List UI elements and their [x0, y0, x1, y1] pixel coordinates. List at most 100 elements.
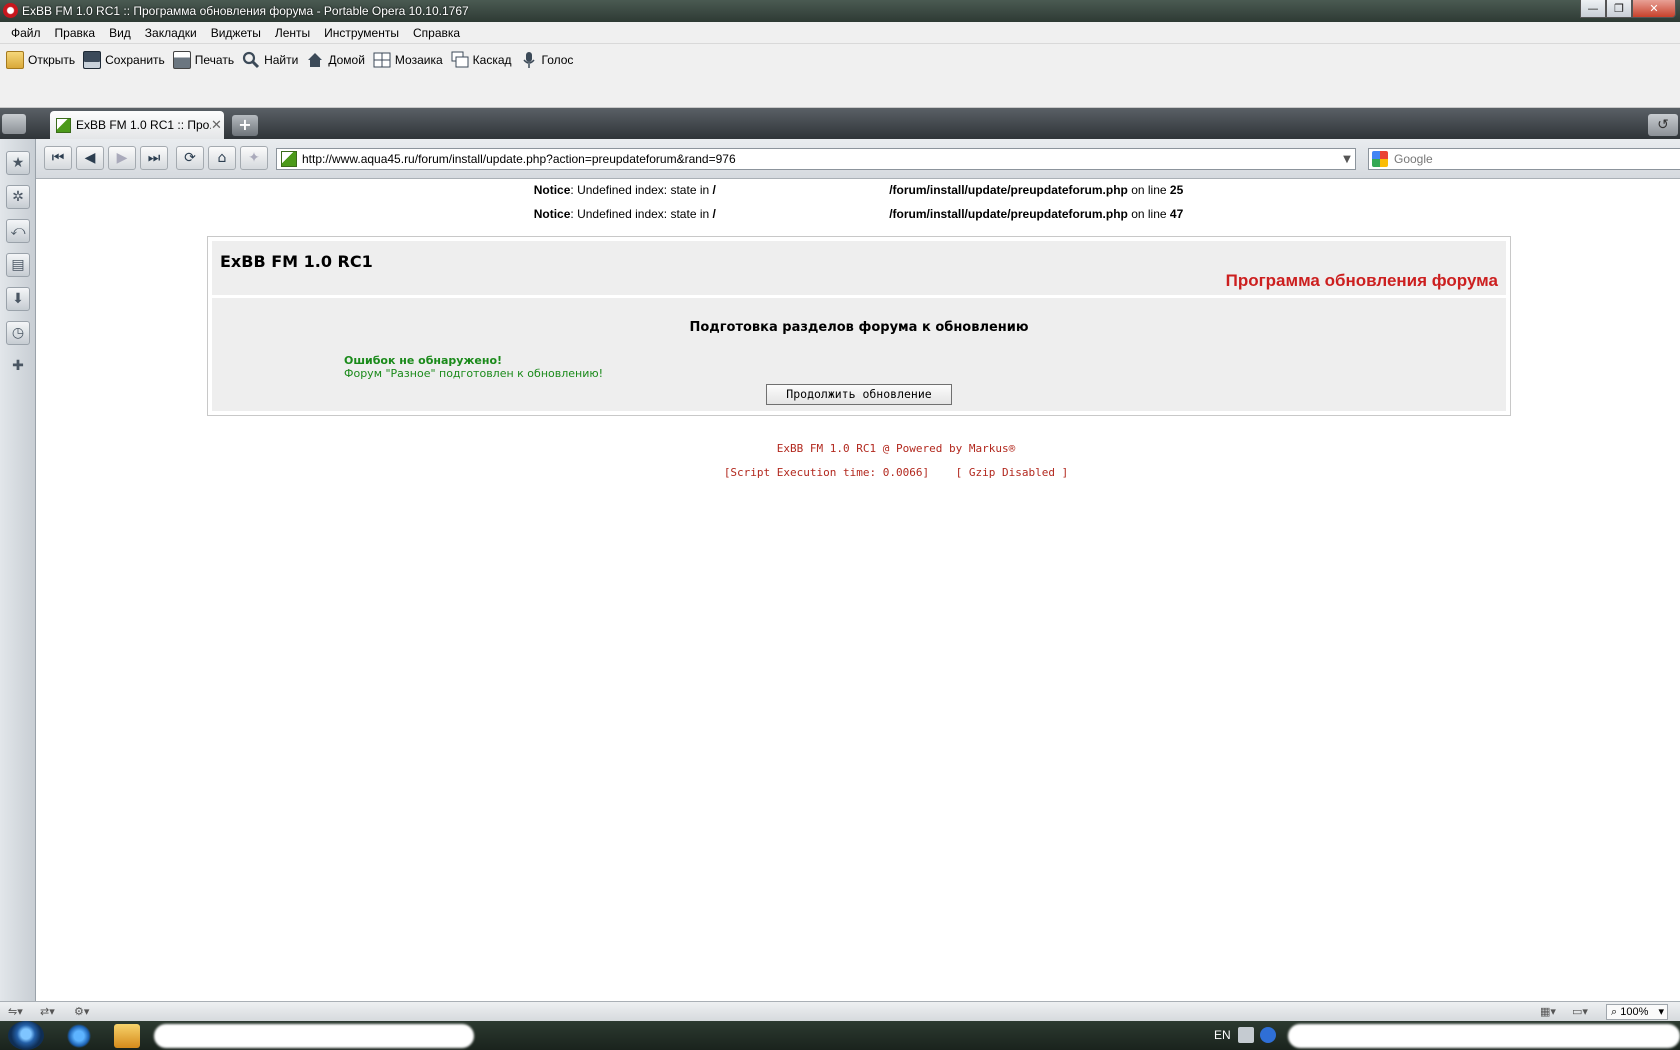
magnifier-icon	[242, 51, 260, 69]
find-label: Найти	[264, 53, 299, 67]
keyboard-icon[interactable]	[1238, 1027, 1254, 1043]
menu-edit[interactable]: Правка	[48, 26, 103, 40]
save-label: Сохранить	[105, 53, 165, 67]
print-button[interactable]: Печать	[172, 51, 235, 69]
zoom-icon: ⌕	[1611, 1006, 1618, 1018]
notice-online: on line	[1127, 207, 1170, 221]
page-subtitle: Программа обновления форума	[1225, 271, 1498, 290]
continue-update-button[interactable]: Продолжить обновление	[766, 384, 952, 405]
microphone-icon	[520, 51, 538, 69]
address-dropdown-icon[interactable]: ▼	[1339, 154, 1355, 165]
voice-button[interactable]: Голос	[520, 51, 574, 69]
menu-tools[interactable]: Инструменты	[317, 26, 406, 40]
turbo-icon[interactable]: ⇋▾	[8, 1005, 23, 1018]
php-notice-2: Notice: Undefined index: state in / /for…	[37, 207, 1680, 221]
installer-body: Подготовка разделов форума к обновлению …	[212, 298, 1506, 411]
toolbar-empty-area	[0, 76, 1680, 108]
redacted-taskbar-area	[154, 1024, 474, 1048]
menu-file[interactable]: Файл	[4, 26, 48, 40]
notice-line: 47	[1169, 207, 1184, 221]
print-label: Печать	[194, 53, 235, 67]
no-errors-message: Ошибок не обнаружено!	[344, 354, 503, 367]
panel-add-icon[interactable]: ✚	[6, 355, 30, 379]
panel-history-icon[interactable]: ◷	[6, 321, 30, 345]
cascade-button[interactable]: Каскад	[451, 51, 512, 69]
panel-links-icon[interactable]: ⤺	[6, 219, 30, 243]
home-label: Домой	[328, 53, 365, 67]
menu-widgets[interactable]: Виджеты	[204, 26, 268, 40]
panel-bookmarks-icon[interactable]: ★	[6, 151, 30, 175]
open-label: Открыть	[28, 53, 76, 67]
unite-icon[interactable]: ⇄▾	[40, 1005, 55, 1018]
wand-button[interactable]: ✦	[240, 146, 268, 170]
home-nav-button[interactable]: ⌂	[208, 146, 236, 170]
folder-icon	[6, 51, 24, 69]
open-button[interactable]: Открыть	[6, 51, 75, 69]
installer-header: ExBB FM 1.0 RC1 Программа обновления фор…	[212, 241, 1506, 295]
menu-help[interactable]: Справка	[406, 26, 467, 40]
restore-button[interactable]: ❐	[1606, 0, 1632, 18]
menu-bar: Файл Правка Вид Закладки Виджеты Ленты И…	[0, 22, 1680, 44]
cascade-label: Каскад	[472, 53, 512, 67]
save-button[interactable]: Сохранить	[83, 51, 165, 69]
reload-button[interactable]: ⟳	[176, 146, 204, 170]
address-field[interactable]: http://www.aqua45.ru/forum/install/updat…	[276, 148, 1356, 170]
search-placeholder: Google	[1394, 152, 1433, 166]
home-button[interactable]: Домой	[306, 51, 365, 69]
menu-view[interactable]: Вид	[102, 26, 138, 40]
settings-icon[interactable]: ⚙▾	[74, 1005, 89, 1018]
page-content: Notice : Undefined index: state in / /for…	[37, 180, 1680, 1001]
tab-bar: ExBB FM 1.0 RC1 :: Про... ✕ + ↺	[0, 108, 1680, 139]
installer-panel: ExBB FM 1.0 RC1 Программа обновления фор…	[207, 236, 1511, 416]
fast-forward-button[interactable]: ⏭	[140, 146, 168, 170]
new-tab-button[interactable]: +	[232, 115, 258, 136]
menu-feeds[interactable]: Ленты	[268, 26, 317, 40]
footer-powered: ExBB FM 1.0 RC1 @ Powered by Markus®	[776, 442, 1016, 455]
start-button[interactable]	[8, 1021, 44, 1050]
tile-windows-icon	[373, 51, 391, 69]
site-favicon-icon	[281, 151, 297, 167]
language-indicator[interactable]: EN	[1214, 1028, 1231, 1042]
tab-close-icon[interactable]: ✕	[211, 118, 222, 133]
footer-exec-time: [Script Execution time: 0.0066] [ Gzip D…	[723, 466, 1069, 479]
side-panel: ★ ✲ ⤺ ▤ ⬇ ◷ ✚	[0, 139, 36, 1001]
address-url: http://www.aqua45.ru/forum/install/updat…	[302, 152, 736, 166]
rewind-button[interactable]: ⏮	[44, 146, 72, 170]
panel-downloads-icon[interactable]: ⬇	[6, 287, 30, 311]
media-player-icon[interactable]	[114, 1024, 140, 1048]
notice-label: Notice	[533, 183, 571, 197]
panel-toggle-button[interactable]	[2, 114, 26, 134]
zoom-level: 100%	[1620, 1006, 1649, 1018]
close-window-button[interactable]: ✕	[1632, 0, 1676, 18]
minimize-button[interactable]: —	[1580, 0, 1606, 18]
voice-label: Голос	[541, 53, 574, 67]
panel-view-icon[interactable]: ▦▾	[1540, 1005, 1556, 1018]
redacted-tray-area	[1288, 1024, 1680, 1048]
forum-ready-message: Форум "Разное" подготовлен к обновлению!	[344, 367, 604, 380]
site-favicon-icon	[56, 117, 71, 133]
tile-label: Мозаика	[394, 53, 443, 67]
menu-bookmarks[interactable]: Закладки	[138, 26, 204, 40]
taskbar: EN	[0, 1021, 1680, 1050]
floppy-icon	[83, 51, 102, 69]
internet-explorer-icon[interactable]	[66, 1024, 92, 1048]
panel-notes-icon[interactable]: ▤	[6, 253, 30, 277]
closed-tabs-trash-button[interactable]: ↺	[1648, 114, 1678, 136]
back-button[interactable]: ◀	[76, 146, 104, 170]
window-titlebar: ExBB FM 1.0 RC1 :: Программа обновления …	[0, 0, 1680, 22]
tile-button[interactable]: Мозаика	[373, 51, 443, 69]
status-bar: ⇋▾ ⇄▾ ⚙▾ ▦▾ ▭▾ ⌕ 100% ▾	[0, 1001, 1680, 1021]
panel-widgets-icon[interactable]: ✲	[6, 185, 30, 209]
find-button[interactable]: Найти	[242, 51, 298, 69]
search-field[interactable]: Google ▼	[1368, 148, 1680, 170]
view-mode-icon[interactable]: ▭▾	[1572, 1005, 1588, 1018]
address-toolbar: ⏮ ◀ ▶ ⏭ ⟳ ⌂ ✦ http://www.aqua45.ru/forum…	[36, 139, 1680, 179]
zoom-control[interactable]: ⌕ 100% ▾	[1606, 1004, 1668, 1020]
forward-button[interactable]: ▶	[108, 146, 136, 170]
tab-active[interactable]: ExBB FM 1.0 RC1 :: Про... ✕	[50, 111, 224, 139]
printer-icon	[172, 51, 191, 69]
tab-title: ExBB FM 1.0 RC1 :: Про...	[76, 118, 211, 132]
notice-path: / /forum/install/update/preupdateforum.p…	[712, 207, 1128, 221]
help-icon[interactable]	[1260, 1027, 1276, 1043]
notice-text: : Undefined index: state in	[570, 207, 713, 221]
